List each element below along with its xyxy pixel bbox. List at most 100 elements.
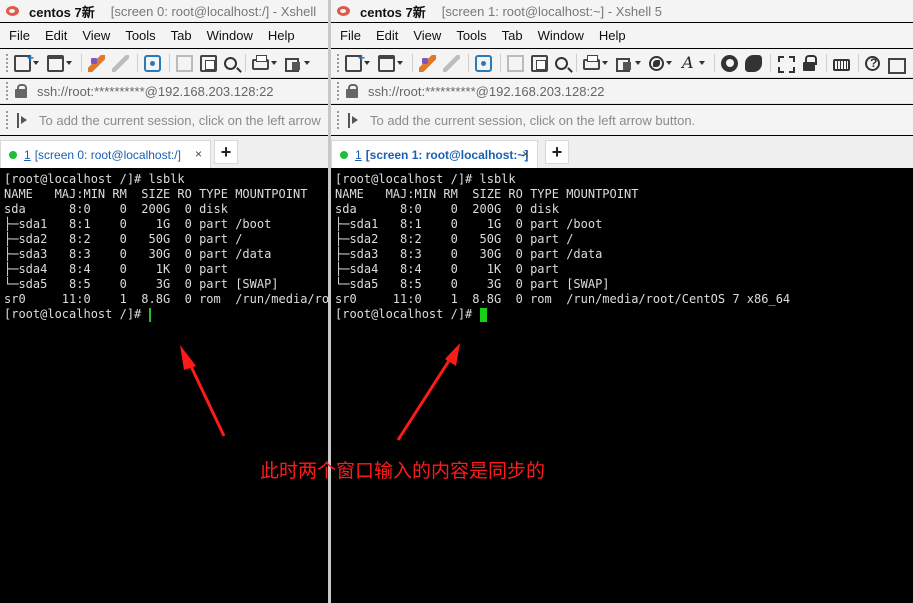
title-bar[interactable]: centos 7新 [screen 0: root@localhost:/] -…: [0, 0, 328, 22]
fullscreen-icon[interactable]: [777, 55, 795, 73]
address-field[interactable]: ssh://root:**********@192.168.203.128:22: [37, 84, 274, 99]
sync-annotation-text: 此时两个窗口输入的内容是同步的: [260, 460, 546, 482]
terminal[interactable]: [root@localhost /]# lsblk NAME MAJ:MIN R…: [331, 168, 913, 603]
globe-icon[interactable]: [649, 55, 664, 71]
print-icon[interactable]: [583, 55, 600, 70]
add-tab-button[interactable]: +: [545, 140, 569, 164]
new-session-icon[interactable]: [14, 51, 34, 72]
tab-strip: 1 [screen 1: root@localhost:~] × +: [331, 136, 913, 168]
chevron-down-icon[interactable]: [666, 61, 672, 65]
menu-help[interactable]: Help: [268, 28, 295, 43]
toolbar-grip[interactable]: [6, 54, 9, 72]
script-icon[interactable]: [721, 54, 738, 72]
chevron-down-icon[interactable]: [271, 61, 277, 65]
help-icon[interactable]: [865, 55, 880, 71]
toolbar-divider: [81, 54, 82, 72]
toolbar-divider: [500, 54, 501, 72]
xftp-icon[interactable]: [745, 54, 762, 72]
terminal-prompt-line[interactable]: [root@localhost /]#: [4, 307, 328, 322]
menu-view[interactable]: View: [82, 28, 110, 43]
toolbar-grip[interactable]: [337, 54, 340, 72]
chevron-down-icon[interactable]: [397, 61, 403, 65]
lock-icon[interactable]: [801, 54, 818, 72]
menu-view[interactable]: View: [413, 28, 441, 43]
add-session-arrow-icon[interactable]: [348, 112, 360, 128]
close-icon[interactable]: ×: [195, 147, 202, 161]
new-session-icon[interactable]: [345, 51, 365, 72]
menu-file[interactable]: File: [340, 28, 361, 43]
session-name: centos 7新: [360, 4, 426, 20]
transfer-icon[interactable]: [285, 55, 302, 72]
disconnect-icon[interactable]: [112, 54, 129, 72]
search-icon[interactable]: [555, 56, 568, 70]
keyboard-icon[interactable]: [833, 58, 850, 71]
terminal-line: sda 8:0 0 200G 0 disk: [335, 202, 559, 216]
connected-status-icon: [9, 150, 17, 159]
hint-bar-grip[interactable]: [6, 111, 9, 129]
right-xshell-window: centos 7新 [screen 1: root@localhost:~] -…: [331, 0, 913, 603]
properties-icon[interactable]: [475, 54, 492, 72]
hint-bar-grip[interactable]: [337, 111, 340, 129]
menu-edit[interactable]: Edit: [376, 28, 398, 43]
address-field[interactable]: ssh://root:**********@192.168.203.128:22: [368, 84, 605, 99]
menu-file[interactable]: File: [9, 28, 30, 43]
connect-icon[interactable]: [419, 54, 436, 72]
address-bar-grip[interactable]: [337, 82, 340, 100]
properties-icon[interactable]: [144, 54, 161, 72]
search-icon[interactable]: [224, 56, 237, 70]
paste-icon[interactable]: [531, 54, 548, 72]
tab-number: 1: [24, 147, 31, 162]
left-xshell-window: centos 7新 [screen 0: root@localhost:/] -…: [0, 0, 328, 603]
print-icon[interactable]: [252, 55, 269, 70]
transfer-icon[interactable]: [616, 55, 633, 72]
address-bar-grip[interactable]: [6, 82, 9, 100]
open-folder-icon[interactable]: [47, 54, 64, 72]
terminal-line: ├─sda2 8:2 0 50G 0 part /: [4, 232, 243, 246]
tab-screen-1[interactable]: 1 [screen 1: root@localhost:~] ×: [331, 140, 538, 168]
chevron-down-icon[interactable]: [635, 61, 641, 65]
more-icon[interactable]: [887, 55, 906, 74]
terminal[interactable]: [root@localhost /]# lsblk NAME MAJ:MIN R…: [0, 168, 328, 603]
terminal-cursor: [148, 307, 151, 322]
toolbar-divider: [468, 54, 469, 72]
open-folder-icon[interactable]: [378, 54, 395, 72]
disconnect-icon[interactable]: [443, 54, 460, 72]
chevron-down-icon[interactable]: [602, 61, 608, 65]
terminal-line: NAME MAJ:MIN RM SIZE RO TYPE MOUNTPOINT: [4, 187, 308, 201]
terminal-line: sr0 11:0 1 8.8G 0 rom /run/media/root/Ce…: [335, 292, 791, 306]
session-hint-text: To add the current session, click on the…: [370, 112, 696, 128]
tab-strip: 1 [screen 0: root@localhost:/] × +: [0, 136, 328, 168]
terminal-line: └─sda5 8:5 0 3G 0 part [SWAP]: [335, 277, 610, 291]
menu-edit[interactable]: Edit: [45, 28, 67, 43]
menu-window[interactable]: Window: [538, 28, 584, 43]
menu-window[interactable]: Window: [207, 28, 253, 43]
title-bar[interactable]: centos 7新 [screen 1: root@localhost:~] -…: [331, 0, 913, 22]
menu-help[interactable]: Help: [599, 28, 626, 43]
menu-tab[interactable]: Tab: [502, 28, 523, 43]
chevron-down-icon[interactable]: [304, 61, 310, 65]
copy-icon[interactable]: [507, 54, 524, 72]
add-session-arrow-icon[interactable]: [17, 112, 29, 128]
toolbar-divider: [826, 54, 827, 72]
add-tab-button[interactable]: +: [214, 140, 238, 164]
terminal-line: sr0 11:0 1 8.8G 0 rom /run/media/root: [4, 292, 328, 306]
connect-icon[interactable]: [88, 54, 105, 72]
chevron-down-icon[interactable]: [699, 61, 705, 65]
terminal-prompt-line[interactable]: [root@localhost /]#: [335, 307, 913, 322]
tab-screen-0[interactable]: 1 [screen 0: root@localhost:/] ×: [0, 140, 211, 168]
toolbar-divider: [412, 54, 413, 72]
menu-tab[interactable]: Tab: [171, 28, 192, 43]
terminal-line: sda 8:0 0 200G 0 disk: [4, 202, 228, 216]
xshell-logo-icon: [5, 4, 21, 18]
address-bar: ssh://root:**********@192.168.203.128:22: [331, 79, 913, 104]
font-icon[interactable]: [680, 53, 697, 72]
close-icon[interactable]: ×: [522, 147, 529, 161]
menu-tools[interactable]: Tools: [125, 28, 155, 43]
terminal-prompt: [root@localhost /]#: [335, 307, 480, 321]
chevron-down-icon[interactable]: [66, 61, 72, 65]
paste-icon[interactable]: [200, 54, 217, 72]
lock-icon: [346, 84, 358, 98]
menu-tools[interactable]: Tools: [456, 28, 486, 43]
copy-icon[interactable]: [176, 54, 193, 72]
menu-bar: File Edit View Tools Tab Window Help: [331, 23, 913, 48]
